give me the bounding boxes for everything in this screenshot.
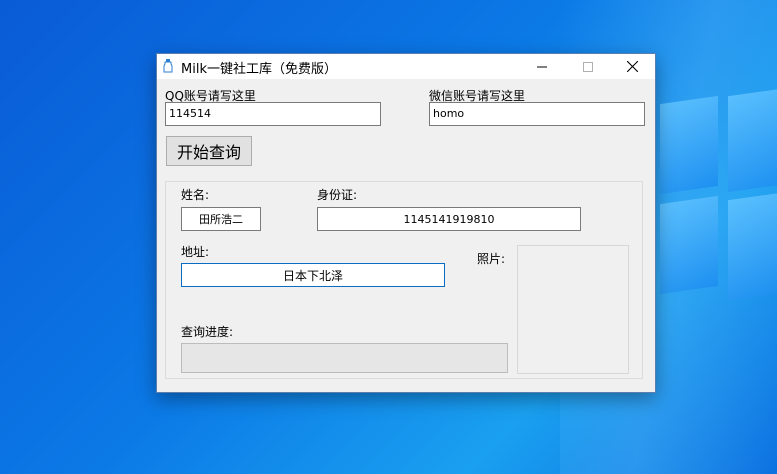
wallpaper-window-pane bbox=[728, 191, 777, 301]
address-label: 地址: bbox=[181, 245, 210, 259]
id-field[interactable]: 1145141919810 bbox=[317, 207, 581, 231]
photo-box bbox=[517, 245, 629, 374]
qq-input[interactable]: 114514 bbox=[165, 102, 381, 126]
start-query-button[interactable]: 开始查询 bbox=[166, 136, 252, 166]
wallpaper-window-pane bbox=[660, 95, 718, 195]
name-field[interactable]: 田所浩二 bbox=[181, 207, 261, 231]
window-title: Milk一键社工库（免费版） bbox=[181, 62, 337, 77]
maximize-icon bbox=[583, 61, 593, 72]
progress-label: 查询进度: bbox=[181, 325, 234, 339]
title-bar[interactable]: Milk一键社工库（免费版） bbox=[157, 54, 655, 79]
wallpaper-window-pane bbox=[728, 87, 777, 193]
minimize-button[interactable] bbox=[519, 54, 565, 79]
query-progress-bar bbox=[181, 343, 508, 373]
id-label: 身份证: bbox=[317, 188, 358, 202]
close-button[interactable] bbox=[609, 54, 655, 79]
maximize-button[interactable] bbox=[565, 54, 611, 79]
minimize-icon bbox=[537, 66, 547, 67]
app-icon bbox=[163, 59, 173, 73]
photo-label: 照片: bbox=[477, 252, 506, 266]
wechat-input[interactable]: homo bbox=[429, 102, 645, 126]
wallpaper-window-pane bbox=[660, 195, 718, 295]
address-field[interactable]: 日本下北泽 bbox=[181, 263, 445, 287]
app-window: Milk一键社工库（免费版） QQ账号请写这里 114514 微信账号请写这里 … bbox=[156, 53, 656, 393]
name-label: 姓名: bbox=[181, 188, 210, 202]
close-icon bbox=[626, 61, 638, 72]
